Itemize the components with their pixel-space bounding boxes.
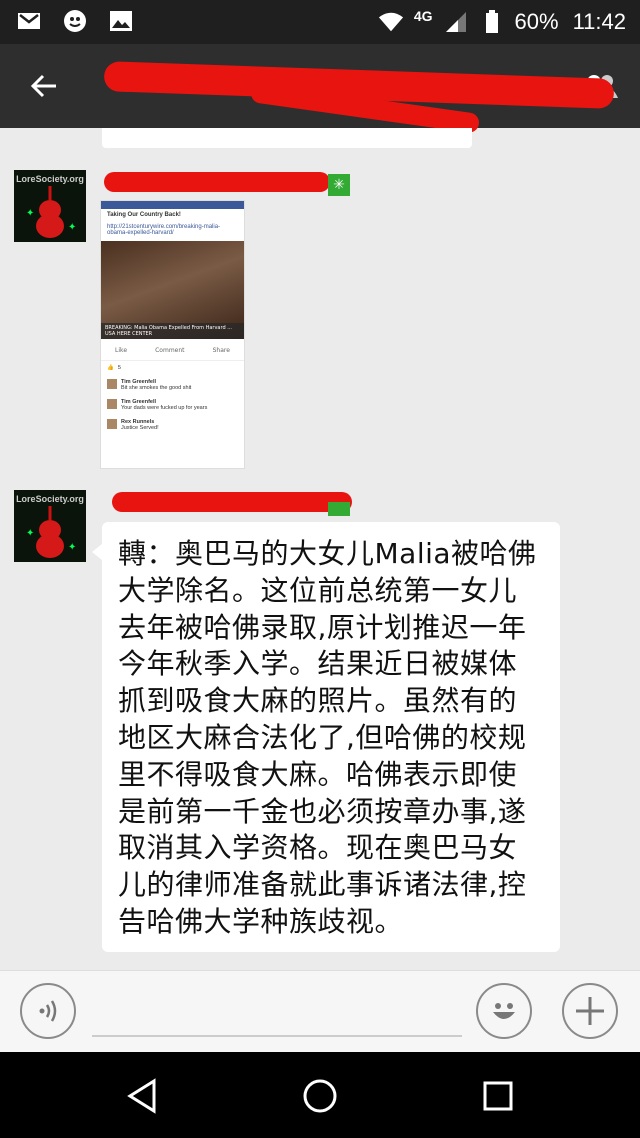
clock: 11:42 (572, 9, 626, 34)
message-input[interactable] (92, 1035, 462, 1037)
input-bar (0, 970, 640, 1053)
screenshot-post-title: Taking Our Country Back! (107, 212, 181, 218)
chat-messages: LoreSociety.org ✦ ✦ ✳ Taking Our Country… (0, 128, 640, 970)
screenshot-comment-row: Rex Runnels Justice Served! (101, 415, 244, 435)
svg-text:✦: ✦ (68, 542, 76, 553)
avatar[interactable]: LoreSociety.org ✦ ✦ (14, 170, 86, 242)
screenshot-status-bar (101, 201, 244, 209)
screenshot-share: Share (212, 347, 230, 354)
nav-back-button[interactable] (120, 1074, 164, 1118)
recents-square-icon (483, 1081, 513, 1111)
redaction-mark (112, 492, 352, 512)
plus-button[interactable] (562, 983, 618, 1039)
status-bar: 4G 60% 11:42 (0, 0, 640, 44)
app-notification-icon (62, 8, 88, 34)
network-type: 4G (413, 8, 433, 24)
violin-icon: ✦ ✦ (26, 186, 76, 238)
arrow-left-icon (30, 74, 56, 98)
nav-home-button[interactable] (298, 1074, 342, 1118)
image-message[interactable]: Taking Our Country Back! http://21stcent… (100, 200, 245, 469)
screenshot-comment: Comment (155, 347, 185, 354)
violin-icon: ✦ ✦ (26, 506, 76, 558)
screenshot-photo: BREAKING: Malia Obama Expelled From Harv… (101, 241, 244, 339)
screenshot-comment-row: Tim Greenfell Your dads were fucked up fo… (101, 395, 244, 415)
battery-icon (479, 9, 505, 35)
bubble-tail (92, 544, 102, 560)
plus-icon (576, 997, 604, 1025)
back-triangle-icon (127, 1078, 156, 1114)
redaction-mark (104, 172, 330, 192)
chat-header (0, 44, 640, 134)
screenshot-link: http://21stcenturywire.com/breaking-mali… (107, 224, 221, 236)
commenter-avatar (107, 419, 117, 429)
badge-icon (328, 502, 350, 516)
emoji-button[interactable] (476, 983, 532, 1039)
commenter-avatar (107, 379, 117, 389)
wifi-icon (378, 9, 404, 35)
sparkle-badge-icon: ✳ (328, 174, 350, 196)
previous-message-bubble (102, 128, 472, 148)
battery-percent: 60% (514, 9, 559, 34)
svg-text:✦: ✦ (26, 208, 34, 219)
home-circle-icon (303, 1079, 337, 1113)
screenshot-actions: Like Comment Share (101, 341, 244, 361)
screenshot-like: Like (115, 347, 128, 354)
text-message-bubble[interactable]: 轉：奥巴马的大女儿Malia被哈佛大学除名。这位前总统第一女儿去年被哈佛录取,原… (102, 522, 560, 952)
gmail-icon (16, 8, 42, 34)
emoji-icon (493, 1003, 515, 1019)
screenshot-reactions: 👍 5 (107, 365, 121, 371)
signal-icon (443, 9, 469, 35)
voice-input-button[interactable] (20, 983, 76, 1039)
voice-input-icon (39, 1000, 57, 1022)
back-button[interactable] (22, 64, 66, 108)
svg-text:✦: ✦ (26, 528, 34, 539)
screenshot-comment-row: Tim Greenfell Bit she smokes the good shi… (101, 375, 244, 395)
system-nav-bar (0, 1052, 640, 1138)
nav-recents-button[interactable] (476, 1074, 520, 1118)
commenter-avatar (107, 399, 117, 409)
svg-text:✦: ✦ (68, 222, 76, 233)
avatar[interactable]: LoreSociety.org ✦ ✦ (14, 490, 86, 562)
gallery-icon (108, 8, 134, 34)
screenshot-caption: BREAKING: Malia Obama Expelled From Harv… (101, 323, 244, 339)
